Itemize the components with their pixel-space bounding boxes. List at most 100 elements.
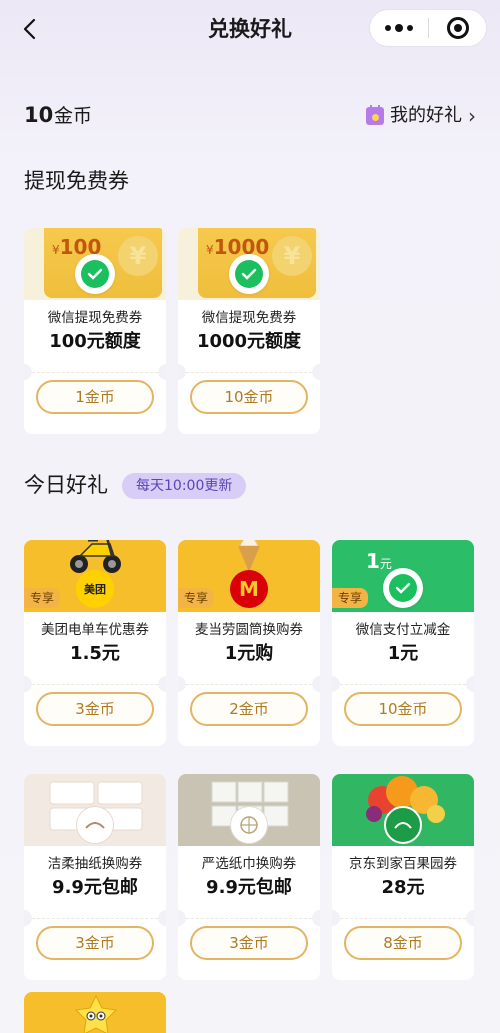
card-divider bbox=[340, 918, 466, 919]
card-notch bbox=[178, 676, 186, 692]
redeem-button[interactable]: 3金币 bbox=[36, 926, 154, 960]
card-notch bbox=[332, 910, 340, 926]
card-divider bbox=[32, 918, 158, 919]
gift-name: 麦当劳圆筒换购券 bbox=[195, 622, 303, 638]
card-notch bbox=[158, 910, 166, 926]
redeem-button[interactable]: 8金币 bbox=[344, 926, 462, 960]
wechat-pay-logo bbox=[229, 254, 269, 294]
redeem-button[interactable]: 3金币 bbox=[36, 692, 154, 726]
close-mini-program-button[interactable] bbox=[429, 10, 486, 46]
gift-value: 9.9元包邮 bbox=[52, 877, 138, 898]
gift-value: 1元 bbox=[387, 643, 419, 664]
card-notch bbox=[312, 910, 320, 926]
coupon-name: 微信提现免费券 bbox=[201, 310, 297, 326]
card-notch bbox=[312, 676, 320, 692]
face-value: 1 bbox=[366, 549, 380, 573]
card-notch bbox=[24, 910, 32, 926]
gift-card-wechat-pay[interactable]: 1元 专享 微信支付立减金 1元 10金币 bbox=[332, 540, 474, 746]
card-notch bbox=[466, 910, 474, 926]
coupon-face-value: 1元 bbox=[366, 548, 392, 577]
more-dots-icon bbox=[385, 25, 391, 31]
card-notch bbox=[24, 364, 32, 380]
gift-card-tissue[interactable]: 洁柔抽纸换购券 9.9元包邮 3金币 bbox=[24, 774, 166, 980]
face-unit: 元 bbox=[379, 557, 392, 571]
more-button[interactable] bbox=[370, 10, 428, 46]
coupon-header: ¥1000 ¥ bbox=[178, 228, 320, 300]
daily-gifts-title: 今日好礼 bbox=[24, 473, 108, 497]
exclusive-tag: 专享 bbox=[24, 588, 61, 608]
yanxuan-logo bbox=[230, 806, 268, 844]
card-divider bbox=[32, 372, 158, 373]
card-divider bbox=[32, 684, 158, 685]
withdraw-section-title: 提现免费券 bbox=[24, 169, 129, 193]
coin-unit: 金币 bbox=[54, 105, 93, 127]
card-notch bbox=[332, 676, 340, 692]
exclusive-tag: 专享 bbox=[178, 588, 215, 608]
mascot-icon bbox=[74, 994, 118, 1033]
wechat-check-icon bbox=[235, 260, 263, 288]
redeem-button[interactable]: 1金币 bbox=[36, 380, 154, 414]
currency-symbol: ¥ bbox=[206, 243, 214, 257]
gift-name: 严选纸巾换购券 bbox=[201, 856, 297, 872]
my-gifts-label: 我的好礼 bbox=[390, 105, 462, 126]
gift-name: 京东到家百果园券 bbox=[349, 856, 457, 872]
gift-card-meituan[interactable]: 美团 专享 美团电单车优惠券 1.5元 3金币 bbox=[24, 540, 166, 746]
wechat-check-icon bbox=[389, 574, 417, 602]
jd-daojia-logo bbox=[384, 806, 422, 844]
wechat-check-icon bbox=[81, 260, 109, 288]
card-divider bbox=[340, 684, 466, 685]
card-notch bbox=[466, 676, 474, 692]
gift-name: 洁柔抽纸换购券 bbox=[47, 856, 143, 872]
card-divider bbox=[186, 918, 312, 919]
gift-card-mcdonalds[interactable]: M 专享 麦当劳圆筒换购券 1元购 2金币 bbox=[178, 540, 320, 746]
coin-amount: 10 bbox=[24, 103, 54, 127]
gift-value: 1元购 bbox=[224, 643, 274, 664]
update-time-badge: 每天10:00更新 bbox=[122, 473, 247, 499]
gift-calendar-icon bbox=[366, 105, 384, 125]
tissue-brand-logo bbox=[76, 806, 114, 844]
card-divider bbox=[186, 684, 312, 685]
mini-program-capsule bbox=[369, 9, 487, 47]
gift-name: 美团电单车优惠券 bbox=[41, 622, 149, 638]
gift-card-partial[interactable] bbox=[24, 992, 166, 1033]
more-dot bbox=[407, 25, 413, 31]
chevron-right-icon: › bbox=[468, 104, 476, 128]
my-gifts-link[interactable]: 我的好礼 › bbox=[366, 102, 476, 130]
card-notch bbox=[158, 364, 166, 380]
card-notch bbox=[178, 364, 186, 380]
exclusive-tag: 专享 bbox=[332, 588, 369, 608]
currency-symbol: ¥ bbox=[52, 243, 60, 257]
card-notch bbox=[158, 676, 166, 692]
coupon-value: 1000元额度 bbox=[196, 331, 302, 352]
gift-card-fruit[interactable]: 京东到家百果园券 28元 8金币 bbox=[332, 774, 474, 980]
gift-card-napkin[interactable]: 严选纸巾换购券 9.9元包邮 3金币 bbox=[178, 774, 320, 980]
coupon-value: 100元额度 bbox=[49, 331, 141, 352]
card-divider bbox=[186, 372, 312, 373]
more-dot bbox=[395, 24, 403, 32]
wechat-pay-logo bbox=[383, 568, 423, 608]
redeem-button[interactable]: 2金币 bbox=[190, 692, 308, 726]
card-notch bbox=[178, 910, 186, 926]
target-icon bbox=[446, 17, 469, 39]
withdraw-coupon-card[interactable]: ¥1000 ¥ 微信提现免费券 1000元额度 10金币 bbox=[178, 228, 320, 434]
coupon-header: ¥100 ¥ bbox=[24, 228, 166, 300]
redeem-button[interactable]: 10金币 bbox=[190, 380, 308, 414]
gift-value: 28元 bbox=[381, 877, 425, 898]
redeem-button[interactable]: 10金币 bbox=[344, 692, 462, 726]
yen-coin-icon: ¥ bbox=[272, 236, 312, 276]
gift-value: 1.5元 bbox=[70, 643, 120, 664]
withdraw-coupon-card[interactable]: ¥100 ¥ 微信提现免费券 100元额度 1金币 bbox=[24, 228, 166, 434]
mcdonalds-logo: M bbox=[230, 570, 268, 608]
redeem-button[interactable]: 3金币 bbox=[190, 926, 308, 960]
coupon-name: 微信提现免费券 bbox=[47, 310, 143, 326]
gift-value: 9.9元包邮 bbox=[206, 877, 292, 898]
gift-name: 微信支付立减金 bbox=[355, 622, 451, 638]
ice-cream-icon bbox=[238, 540, 260, 572]
meituan-logo: 美团 bbox=[76, 570, 114, 608]
yen-coin-icon: ¥ bbox=[118, 236, 158, 276]
card-notch bbox=[24, 676, 32, 692]
card-notch bbox=[312, 364, 320, 380]
nav-bar: 兑换好礼 bbox=[0, 0, 500, 58]
wechat-pay-logo bbox=[75, 254, 115, 294]
coin-balance-row: 10 金币 我的好礼 › bbox=[24, 100, 476, 132]
